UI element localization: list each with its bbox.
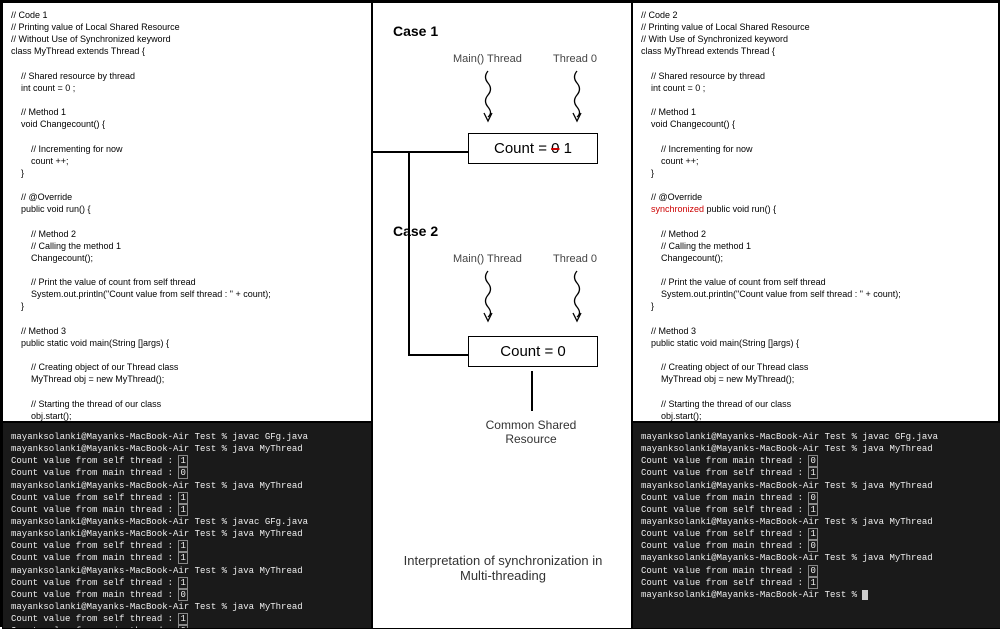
wavy-arrow-icon [481,269,495,324]
wavy-arrow-icon [570,269,584,324]
case2-label: Case 2 [393,223,438,239]
connector-line [408,354,468,356]
common-shared-resource-label: Common Shared Resource [461,418,601,446]
terminal-line: mayanksolanki@Mayanks-MacBook-Air Test %… [11,601,363,613]
terminal-line: Count value from main thread : 0 [641,455,993,467]
terminal2-panel: mayanksolanki@Mayanks-MacBook-Air Test %… [632,422,1000,629]
terminal-line: mayanksolanki@Mayanks-MacBook-Air Test %… [641,443,993,455]
terminal-line: mayanksolanki@Mayanks-MacBook-Air Test %… [641,516,993,528]
count1-struck: 0 [551,140,559,157]
terminal-line: Count value from self thread : 1 [11,540,363,552]
terminal-line: mayanksolanki@Mayanks-MacBook-Air Test %… [11,480,363,492]
code2-panel: // Code 2 // Printing value of Local Sha… [632,2,1000,422]
terminal-line: Count value from self thread : 1 [11,455,363,467]
terminal-line: Count value from main thread : 1 [11,552,363,564]
terminal-line: Count value from main thread : 1 [11,504,363,516]
connector-line [373,151,468,153]
terminal-line: Count value from self thread : 1 [11,577,363,589]
terminal-line: mayanksolanki@Mayanks-MacBook-Air Test %… [11,443,363,455]
count2-text: Count = 0 [500,343,565,360]
connector-line [531,371,533,411]
terminal-line: Count value from main thread : 0 [11,589,363,601]
code2-text: // Code 2 // Printing value of Local Sha… [641,9,993,422]
terminal-line: Count value from self thread : 1 [641,528,993,540]
terminal-line: Count value from self thread : 1 [641,577,993,589]
case1-label: Case 1 [393,23,438,39]
terminal-line: mayanksolanki@Mayanks-MacBook-Air Test %… [641,480,993,492]
terminal-line: mayanksolanki@Mayanks-MacBook-Air Test % [641,589,993,601]
terminal-line: Count value from main thread : 0 [641,540,993,552]
terminal-line: mayanksolanki@Mayanks-MacBook-Air Test %… [11,528,363,540]
center-diagram: Case 1 Main() Thread Thread 0 Count = 0 … [372,2,632,629]
connector-line [408,151,410,355]
wavy-arrow-icon [481,69,495,124]
count1-prefix: Count = [494,140,551,157]
code1-text: // Code 1 // Printing value of Local Sha… [11,9,363,422]
main-thread-label-1: Main() Thread [453,53,522,65]
terminal-line: mayanksolanki@Mayanks-MacBook-Air Test %… [11,431,363,443]
terminal-line: Count value from main thread : 0 [11,467,363,479]
count1-new: 1 [564,140,572,157]
main-thread-label-2: Main() Thread [453,253,522,265]
code1-panel: // Code 1 // Printing value of Local Sha… [2,2,372,422]
terminal-line: Count value from main thread : 0 [641,565,993,577]
count-box-1: Count = 0 1 [468,133,598,164]
count-box-2: Count = 0 [468,336,598,367]
terminal-line: Count value from self thread : 1 [11,492,363,504]
terminal-line: Count value from self thread : 1 [11,613,363,625]
terminal-line: Count value from main thread : 0 [11,625,363,629]
terminal-line: Count value from self thread : 1 [641,467,993,479]
terminal-line: mayanksolanki@Mayanks-MacBook-Air Test %… [11,516,363,528]
caption-text: Interpretation of synchronization in Mul… [393,553,613,583]
terminal-line: mayanksolanki@Mayanks-MacBook-Air Test %… [641,431,993,443]
wavy-arrow-icon [570,69,584,124]
terminal-line: Count value from self thread : 1 [641,504,993,516]
terminal-line: mayanksolanki@Mayanks-MacBook-Air Test %… [11,565,363,577]
terminal-line: Count value from main thread : 0 [641,492,993,504]
terminal1-panel: mayanksolanki@Mayanks-MacBook-Air Test %… [2,422,372,629]
thread0-label-1: Thread 0 [553,53,597,65]
terminal-line: mayanksolanki@Mayanks-MacBook-Air Test %… [641,552,993,564]
thread0-label-2: Thread 0 [553,253,597,265]
